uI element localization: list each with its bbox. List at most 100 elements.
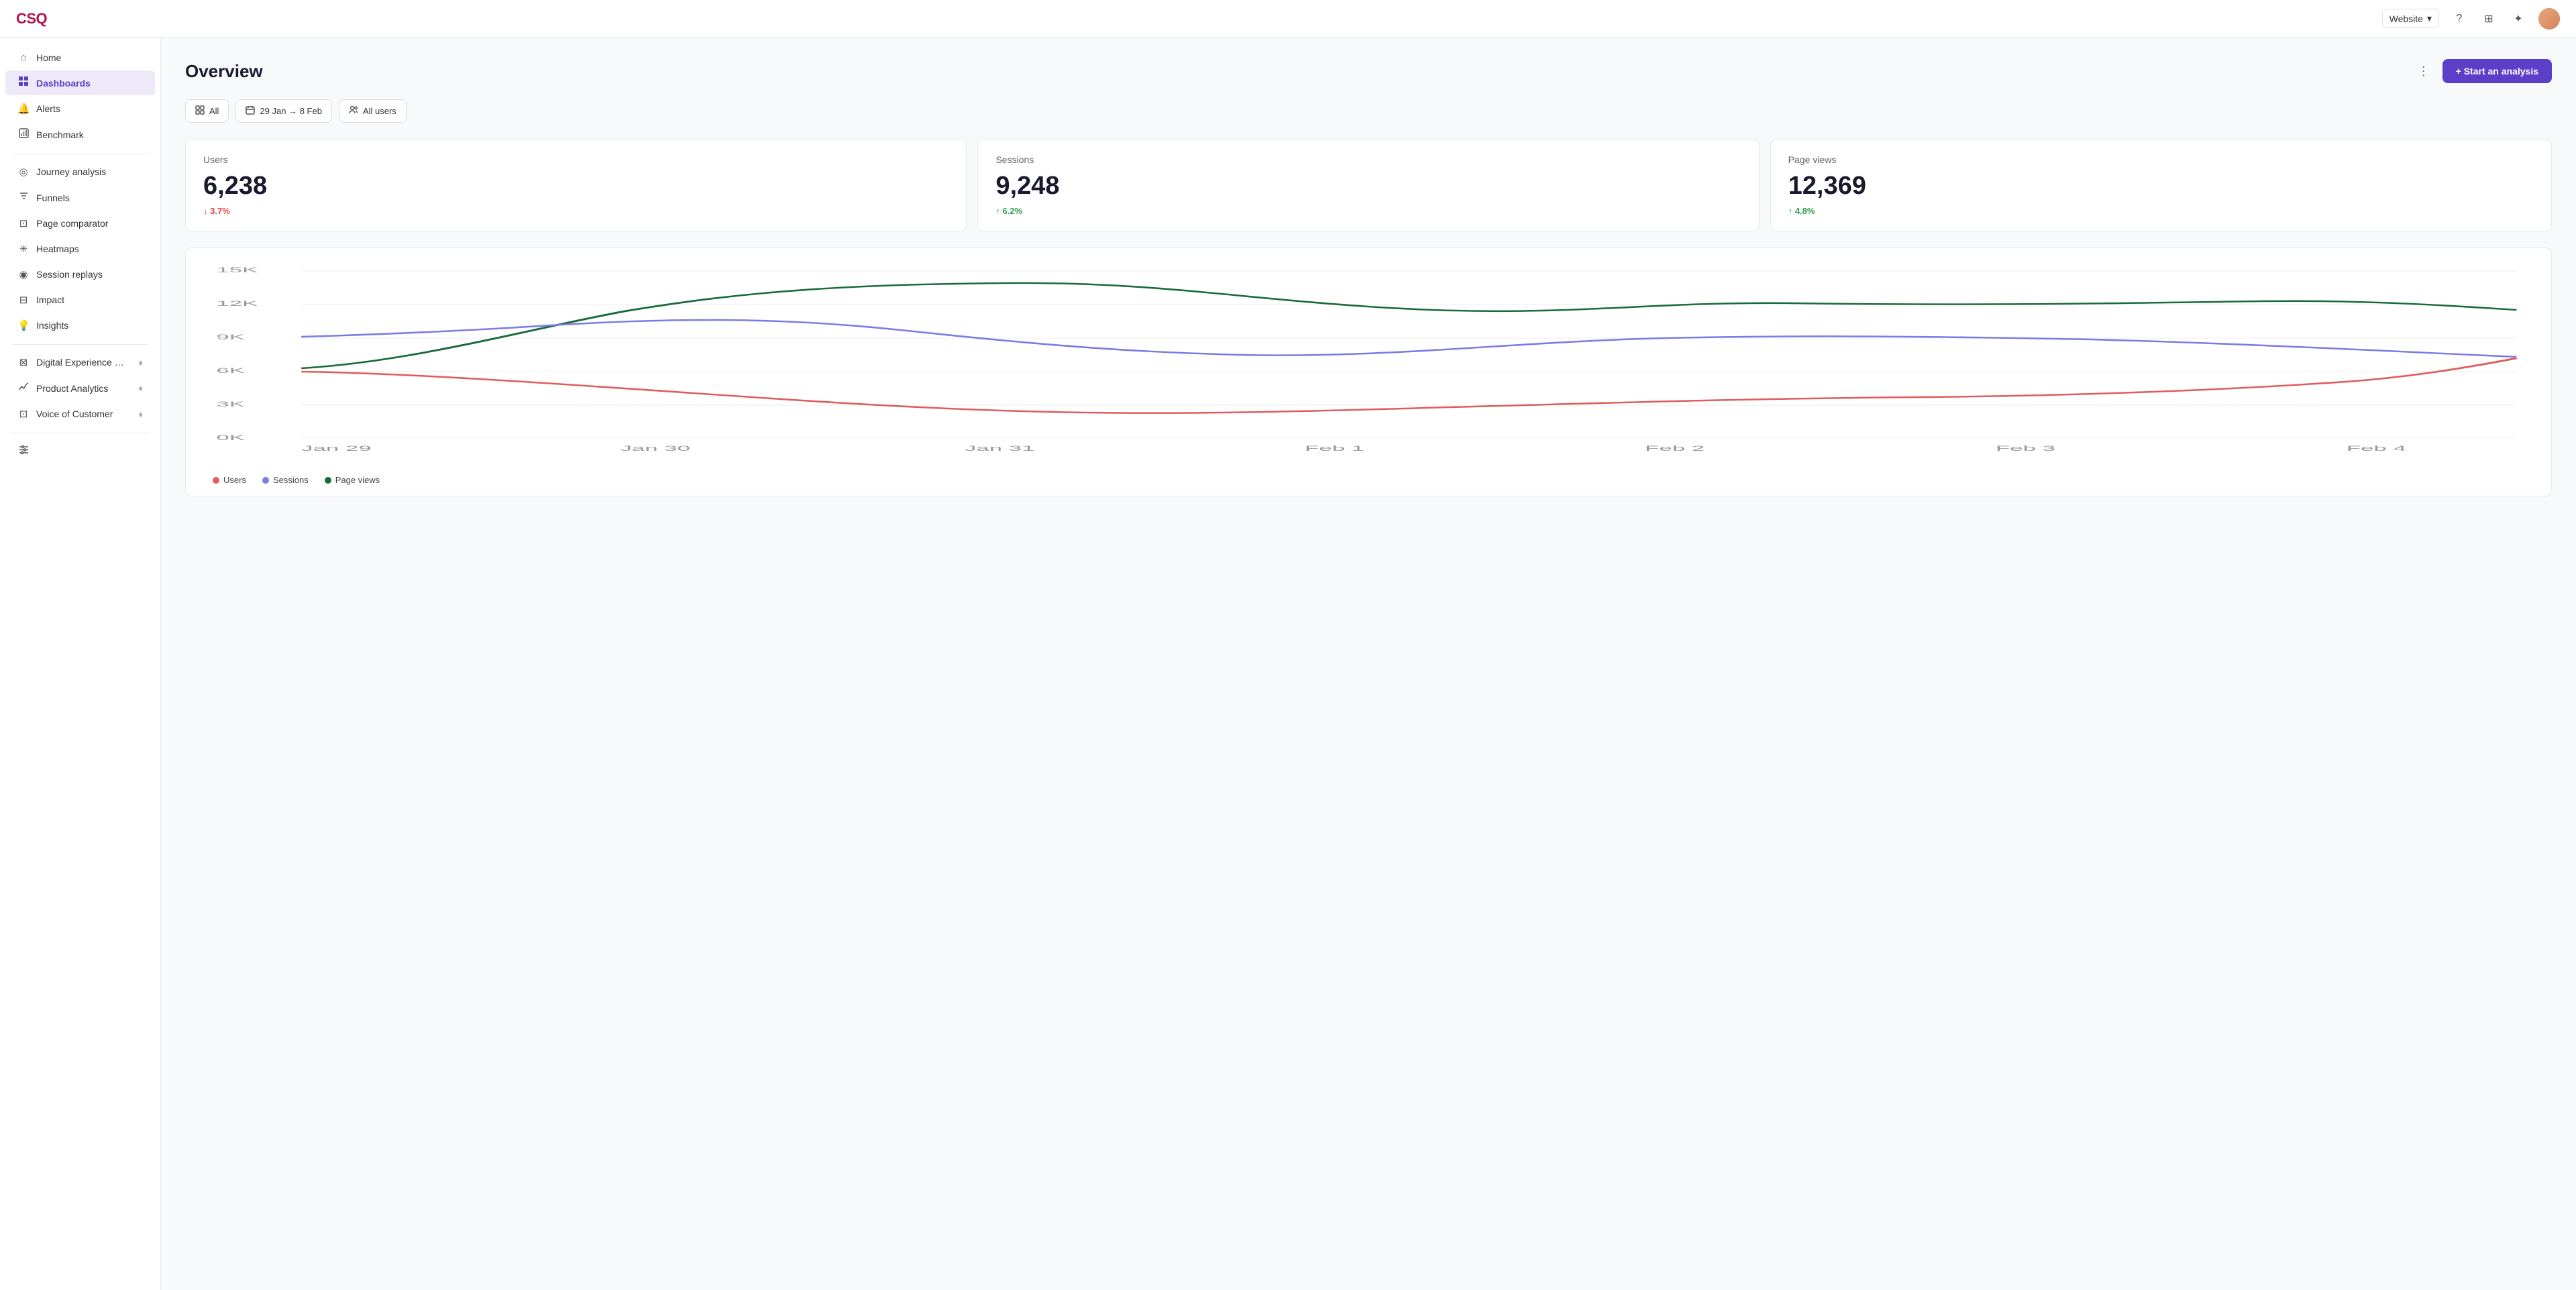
- users-icon: [349, 105, 358, 117]
- sidebar-item-page-comparator[interactable]: ⊡ Page comparator: [5, 211, 155, 235]
- legend-label-users: Users: [223, 475, 246, 485]
- metric-change-sessions: 6.2%: [996, 206, 1741, 216]
- calendar-icon: [246, 105, 255, 117]
- star-icon[interactable]: ✦: [2509, 9, 2528, 28]
- start-analysis-button[interactable]: + Start an analysis: [2443, 59, 2552, 83]
- sidebar-item-label: Heatmaps: [36, 244, 79, 254]
- metric-value-pageviews: 12,369: [1788, 172, 2534, 201]
- filter-users-chip[interactable]: All users: [339, 99, 407, 123]
- sidebar-item-label: Dashboards: [36, 78, 91, 89]
- legend-dot-users: [213, 477, 219, 484]
- crown-icon: ♦: [138, 383, 143, 393]
- filter-date-label: 29 Jan → 8 Feb: [260, 106, 322, 116]
- sidebar-item-label: Journey analysis: [36, 166, 106, 177]
- bell-icon: 🔔: [17, 103, 30, 115]
- sidebar-item-label: Voice of Customer: [36, 409, 131, 419]
- svg-text:12K: 12K: [216, 300, 258, 308]
- metric-change-text-users: 3.7%: [210, 206, 230, 216]
- app-body: ⌂ Home Dashboards 🔔 Alerts Benchmark ◎ J…: [0, 38, 2576, 1290]
- dashboard-icon: [17, 76, 30, 89]
- sidebar-item-journey-analysis[interactable]: ◎ Journey analysis: [5, 160, 155, 184]
- insights-icon: 💡: [17, 319, 30, 331]
- page-header: Overview ⋮ + Start an analysis: [185, 59, 2552, 83]
- home-icon: ⌂: [17, 52, 30, 63]
- sidebar-item-label: Product Analytics: [36, 383, 131, 394]
- metric-card-pageviews: Page views 12,369 4.8%: [1770, 139, 2552, 231]
- main-content: Overview ⋮ + Start an analysis All 29 Ja…: [161, 38, 2576, 1290]
- crown-icon: ♦: [138, 409, 143, 419]
- metric-label-sessions: Sessions: [996, 154, 1741, 165]
- sidebar-item-label: Digital Experience Monitor...: [36, 357, 131, 368]
- heatmap-icon: ✳: [17, 243, 30, 255]
- svg-text:Jan 29: Jan 29: [301, 445, 372, 453]
- analysis-setup-icon: [17, 445, 30, 458]
- arrow-up-icon: [996, 206, 1000, 216]
- svg-text:Feb 4: Feb 4: [2347, 445, 2406, 453]
- page-title: Overview: [185, 61, 263, 82]
- svg-text:6K: 6K: [216, 367, 245, 375]
- legend-label-pageviews: Page views: [335, 475, 380, 485]
- digital-experience-icon: ⊠: [17, 356, 30, 368]
- more-options-button[interactable]: ⋮: [2413, 60, 2434, 82]
- filter-date-chip[interactable]: 29 Jan → 8 Feb: [235, 99, 332, 123]
- sidebar-divider-2: [12, 344, 148, 345]
- session-replay-icon: ◉: [17, 268, 30, 280]
- chart-container: 15K 12K 9K 6K 3K 0K Jan 29 Jan 30: [185, 248, 2552, 496]
- filter-all-chip[interactable]: All: [185, 99, 229, 123]
- legend-label-sessions: Sessions: [273, 475, 309, 485]
- help-icon[interactable]: ?: [2450, 9, 2469, 28]
- sidebar-item-voice-of-customer[interactable]: ⊡ Voice of Customer ♦: [5, 402, 155, 426]
- sidebar-item-heatmaps[interactable]: ✳ Heatmaps: [5, 237, 155, 261]
- metric-change-text-sessions: 6.2%: [1002, 206, 1022, 216]
- funnels-icon: [17, 191, 30, 204]
- product-analytics-icon: [17, 382, 30, 394]
- svg-text:0K: 0K: [216, 434, 245, 442]
- sidebar-item-digital-experience[interactable]: ⊠ Digital Experience Monitor... ♦: [5, 350, 155, 374]
- journey-icon: ◎: [17, 166, 30, 178]
- sidebar-item-alerts[interactable]: 🔔 Alerts: [5, 97, 155, 121]
- filter-users-label: All users: [363, 106, 396, 116]
- sidebar: ⌂ Home Dashboards 🔔 Alerts Benchmark ◎ J…: [0, 38, 161, 1290]
- benchmark-icon: [17, 128, 30, 141]
- sidebar-item-dashboards[interactable]: Dashboards: [5, 70, 155, 95]
- metric-label-users: Users: [203, 154, 949, 165]
- svg-text:Jan 31: Jan 31: [965, 445, 1035, 453]
- svg-text:Feb 2: Feb 2: [1645, 445, 1705, 453]
- avatar-image: [2538, 8, 2560, 30]
- sidebar-item-benchmark[interactable]: Benchmark: [5, 122, 155, 147]
- sidebar-item-label: Session replays: [36, 269, 103, 280]
- legend-dot-pageviews: [325, 477, 331, 484]
- apps-grid-icon[interactable]: ⊞: [2479, 9, 2498, 28]
- sidebar-item-label: Insights: [36, 320, 68, 331]
- arrow-up-icon-2: [1788, 206, 1793, 216]
- metric-cards: Users 6,238 3.7% Sessions 9,248 6.2% Pag…: [185, 139, 2552, 231]
- metric-card-users: Users 6,238 3.7%: [185, 139, 967, 231]
- sidebar-item-home[interactable]: ⌂ Home: [5, 46, 155, 69]
- sidebar-item-label: Benchmark: [36, 129, 84, 140]
- chart-area: 15K 12K 9K 6K 3K 0K Jan 29 Jan 30: [199, 264, 2538, 466]
- sidebar-item-label: Home: [36, 52, 61, 63]
- sidebar-item-label: Impact: [36, 294, 64, 305]
- svg-text:3K: 3K: [216, 400, 245, 409]
- crown-icon: ♦: [138, 358, 143, 368]
- metric-value-sessions: 9,248: [996, 172, 1741, 201]
- website-selector[interactable]: Website ▾: [2382, 9, 2439, 28]
- sidebar-item-session-replays[interactable]: ◉ Session replays: [5, 262, 155, 286]
- logo: CSQ: [16, 10, 47, 28]
- page-comparator-icon: ⊡: [17, 217, 30, 229]
- metric-change-pageviews: 4.8%: [1788, 206, 2534, 216]
- sidebar-item-funnels[interactable]: Funnels: [5, 185, 155, 210]
- sidebar-item-impact[interactable]: ⊟ Impact: [5, 288, 155, 312]
- legend-item-users: Users: [213, 475, 246, 485]
- voice-of-customer-icon: ⊡: [17, 408, 30, 420]
- filter-bar: All 29 Jan → 8 Feb All users: [185, 99, 2552, 123]
- sidebar-item-insights[interactable]: 💡 Insights: [5, 313, 155, 337]
- chart-svg: 15K 12K 9K 6K 3K 0K Jan 29 Jan 30: [199, 264, 2538, 466]
- sidebar-item-label: Alerts: [36, 103, 60, 114]
- sidebar-item-label: Page comparator: [36, 218, 108, 229]
- sidebar-item-product-analytics[interactable]: Product Analytics ♦: [5, 376, 155, 400]
- avatar[interactable]: [2538, 8, 2560, 30]
- topbar: CSQ Website ▾ ? ⊞ ✦: [0, 0, 2576, 38]
- metric-change-text-pageviews: 4.8%: [1795, 206, 1815, 216]
- sidebar-item-analysis-setup[interactable]: [5, 439, 155, 464]
